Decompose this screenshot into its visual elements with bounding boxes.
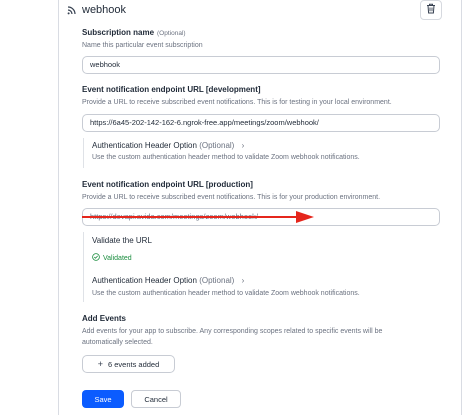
prod-sub-divider [83, 232, 84, 302]
add-events-help-line1: Add events for your app to subscribe. An… [82, 328, 383, 335]
prod-auth-help: Use the custom authentication header met… [92, 290, 360, 297]
add-events-help-line2: automatically selected. [82, 339, 153, 346]
check-circle-icon [92, 253, 100, 263]
rss-icon [66, 5, 77, 16]
add-events-label: Add Events [82, 314, 127, 323]
validated-status: Validated [92, 253, 132, 263]
subscription-name-label-text: Subscription name [82, 28, 155, 37]
optional-tag: (Optional) [157, 30, 186, 37]
dev-auth-toggle[interactable]: Authentication Header Option (Optional) … [92, 141, 244, 150]
dev-auth-help: Use the custom authentication header met… [92, 154, 360, 161]
subscription-name-input[interactable]: webhook [82, 56, 440, 74]
optional-tag: (Optional) [199, 141, 235, 150]
plus-icon: + [97, 359, 103, 369]
subscription-name-label: Subscription name (Optional) [82, 28, 186, 37]
prod-endpoint-label: Event notification endpoint URL [product… [82, 180, 253, 189]
chevron-right-icon: › [241, 141, 245, 150]
subscription-name-help: Name this particular event subscription [82, 42, 203, 49]
chevron-right-icon: › [241, 276, 245, 285]
optional-tag: (Optional) [199, 276, 235, 285]
card-title: webhook [82, 4, 127, 16]
prod-auth-title: Authentication Header Option [92, 276, 197, 285]
prod-auth-toggle[interactable]: Authentication Header Option (Optional) … [92, 276, 244, 285]
annotation-arrow [82, 211, 314, 223]
prod-endpoint-help: Provide a URL to receive subscribed even… [82, 194, 381, 201]
validated-text: Validated [103, 254, 132, 262]
dev-endpoint-help: Provide a URL to receive subscribed even… [82, 99, 392, 106]
dev-endpoint-input[interactable]: https://6a45-202-142-162-6.ngrok-free.ap… [82, 114, 440, 132]
delete-button[interactable] [420, 0, 442, 20]
dev-auth-title: Authentication Header Option [92, 141, 197, 150]
card-header: webhook [66, 1, 126, 19]
dev-endpoint-label: Event notification endpoint URL [develop… [82, 85, 261, 94]
cancel-button[interactable]: Cancel [131, 390, 181, 408]
validate-url-title: Validate the URL [92, 236, 152, 245]
events-added-button[interactable]: + 6 events added [82, 355, 175, 373]
trash-icon [426, 1, 436, 19]
dev-auth-divider [83, 138, 84, 168]
save-button[interactable]: Save [82, 390, 124, 408]
events-added-label: 6 events added [107, 359, 160, 369]
